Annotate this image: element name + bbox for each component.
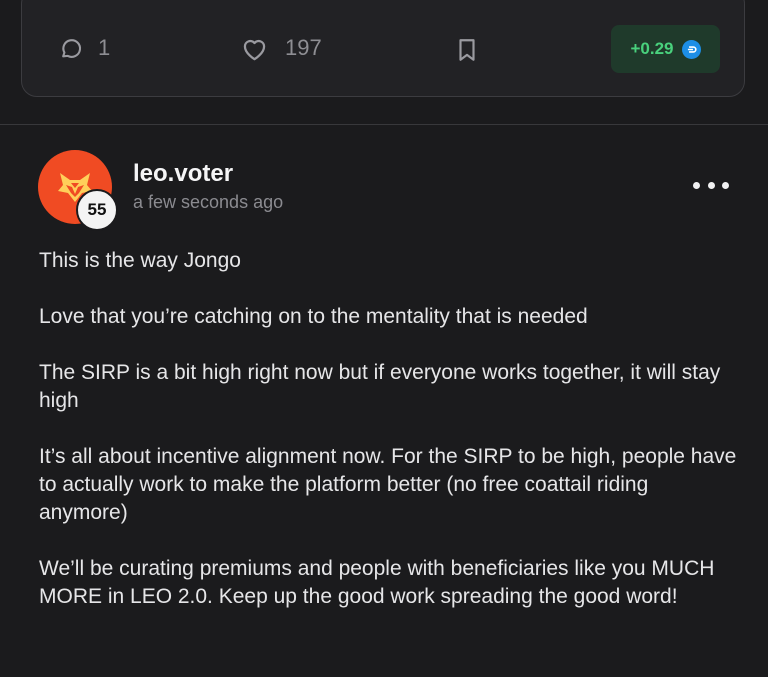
bookmark-button[interactable]	[456, 37, 478, 63]
hbd-coin-icon	[681, 39, 701, 59]
comment-card: 55 leo.voter a few seconds ago This is t…	[0, 125, 768, 677]
comments-button[interactable]: 1	[59, 35, 110, 61]
comment-paragraph: It’s all about incentive alignment now. …	[39, 445, 737, 524]
comment-timestamp: a few seconds ago	[133, 192, 284, 212]
previous-post-footer: 1 197 +0.29	[0, 0, 768, 125]
author-avatar-wrapper[interactable]: 55	[38, 150, 118, 231]
more-dot-icon	[707, 181, 715, 189]
more-options-button[interactable]	[693, 173, 729, 197]
heart-icon	[241, 36, 268, 61]
comment-body: This is the way Jongo Love that you’re c…	[39, 247, 739, 639]
reward-button[interactable]: +0.29	[611, 25, 720, 73]
reputation-badge: 55	[76, 189, 118, 231]
more-dot-icon	[693, 181, 700, 189]
author-username[interactable]: leo.voter	[133, 160, 233, 188]
comment-paragraph: Love that you’re catching on to the ment…	[39, 305, 588, 328]
more-dot-icon	[722, 181, 729, 189]
like-button[interactable]: 197	[241, 35, 322, 61]
post-actions-card: 1 197 +0.29	[21, 0, 745, 97]
comments-count: 1	[98, 35, 111, 60]
comment-paragraph: The SIRP is a bit high right now but if …	[39, 361, 721, 412]
comment-paragraph: We’ll be curating premiums and people wi…	[39, 557, 715, 608]
comment-paragraph: This is the way Jongo	[39, 249, 241, 272]
reward-value: +0.29	[630, 39, 674, 58]
comment-icon	[59, 36, 84, 61]
likes-count: 197	[285, 35, 322, 60]
bookmark-icon	[456, 37, 478, 63]
